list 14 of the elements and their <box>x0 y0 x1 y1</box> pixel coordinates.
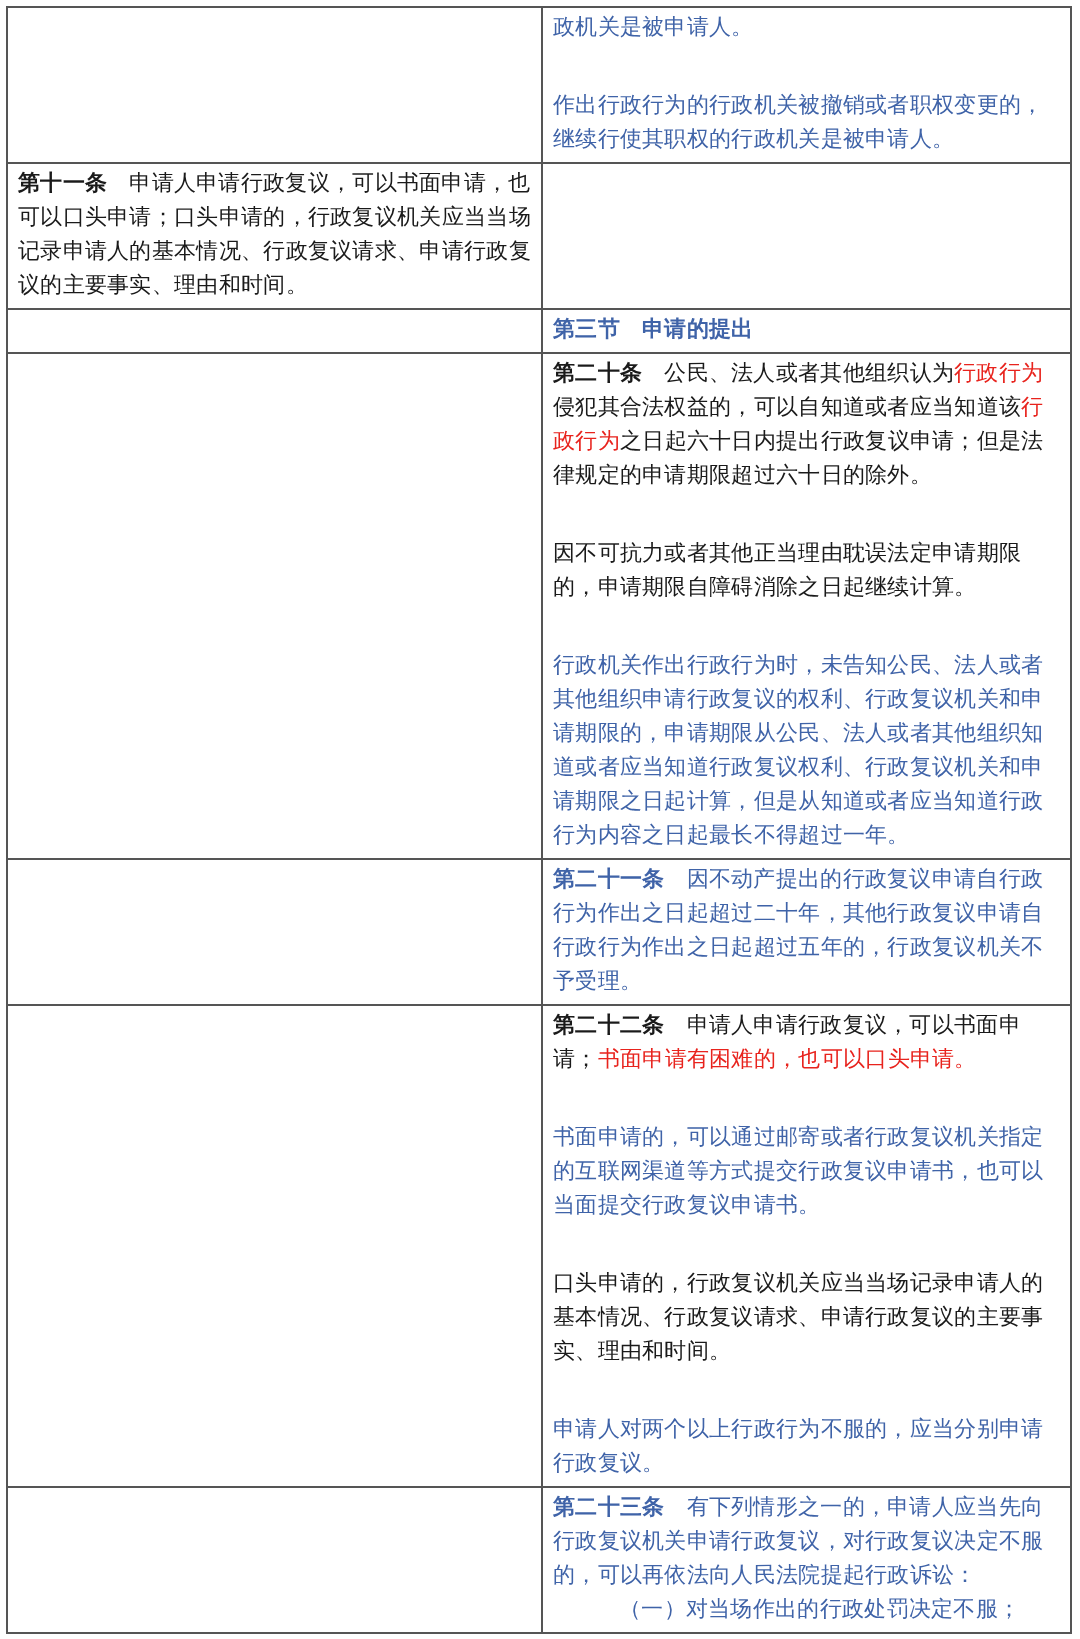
paragraph-text: 作出行政行为的行政机关被撤销或者职权变更的，继续行使其职权的行政机关是被申请人。 <box>553 91 1045 153</box>
paragraph-text: 申请人对两个以上行政行为不服的，应当分别申请行政复议。 <box>553 1415 1045 1477</box>
paragraph-text: 因不可抗力或者其他正当理由耽误法定申请期限的，申请期限自障碍消除之日起继续计算。 <box>553 539 1023 601</box>
paragraph-text: 政机关是被申请人。 <box>553 13 755 41</box>
paragraph-text: 行政机关作出行政行为时，未告知公民、法人或者其他组织申请行政复议的权利、行政复议机关和申请期限的，申请期限从公民、法人或者其他组织知道或者应当知道行政复议权利、行政复议机关和申请期限之日起计算，但是从知道或者应当知道行政行为内容之日起最长不得超过一年。 <box>553 651 1045 849</box>
paragraph-text: 第十一条 申请人申请行政复议，可以书面申请，也可以口头申请；口头申请的，行政复议机关应当当场记录申请人的基本情况、行政复议请求、申请行政复议的主要事实、理由和时间。 <box>18 169 531 299</box>
paragraph-text: 第二十二条 申请人申请行政复议，可以书面申请；书面申请有困难的，也可以口头申请。 <box>553 1011 1022 1073</box>
paragraph-text: 书面申请的，可以通过邮寄或者行政复议机关指定的互联网渠道等方式提交行政复议申请书，也可以当面提交行政复议申请书。 <box>553 1123 1045 1219</box>
paragraph-text: 第二十三条 有下列情形之一的，申请人应当先向行政复议机关申请行政复议，对行政复议决定不服的，可以再依法向人民法院提起行政诉讼： <box>553 1493 1045 1589</box>
paragraph-text: 第二十一条 因不动产提出的行政复议申请自行政行为作出之日起超过二十年，其他行政复议申请自行政行为作出之日起超过五年的，行政复议机关不予受理。 <box>553 865 1045 995</box>
paragraph-text: （一）对当场作出的行政处罚决定不服； <box>618 1595 1022 1623</box>
paragraph-text: 口头申请的，行政复议机关应当当场记录申请人的基本情况、行政复议请求、申请行政复议的主要事实、理由和时间。 <box>553 1269 1045 1365</box>
section-heading: 第三节 申请的提出 <box>553 315 755 343</box>
paragraph-text: 第二十条 公民、法人或者其他组织认为行政行为 侵犯其合法权益的，可以自知道或者应当知道该行政行为之日起六十日内提出行政复议申请；但是法律规定的申请期限超过六十日的除外。 <box>553 359 1045 489</box>
